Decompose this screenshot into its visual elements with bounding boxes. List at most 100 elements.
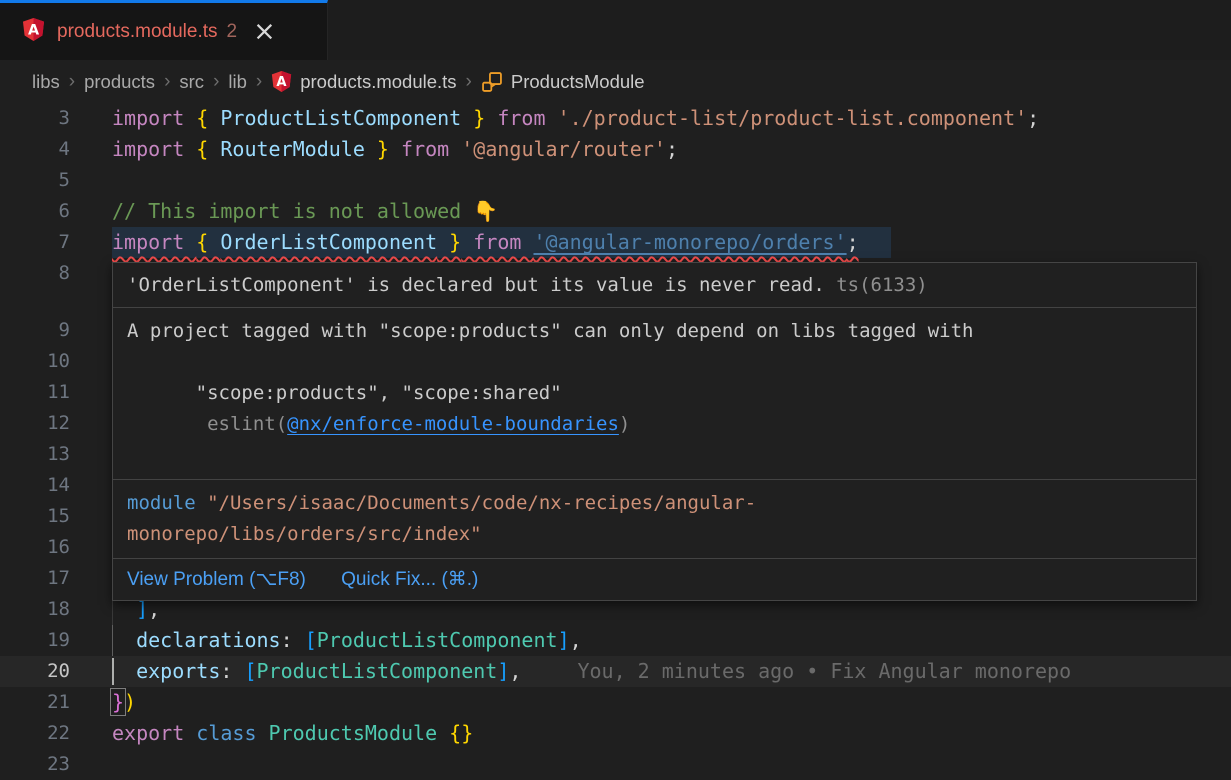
module-keyword: module <box>127 492 196 514</box>
line-number[interactable]: 6 <box>0 196 70 227</box>
line-number[interactable]: 9 <box>0 315 70 346</box>
line-number[interactable]: 8 <box>0 258 70 289</box>
code-line-23[interactable]: 23 <box>0 749 1231 780</box>
line-number[interactable]: 15 <box>0 501 70 532</box>
tab-bar: A products.module.ts 2 × <box>0 0 1231 60</box>
code-token: class <box>196 721 268 745</box>
git-blame-annotation: You, 2 minutes ago • Fix Angular monorep… <box>577 659 1071 683</box>
close-icon[interactable]: × <box>253 18 276 45</box>
eslint-source: eslint( <box>207 413 287 435</box>
hover-module-info: module "/Users/isaac/Documents/code/nx-r… <box>113 479 1196 558</box>
code-token: : <box>281 628 305 652</box>
code-token <box>112 628 136 652</box>
eslint-rule-link[interactable]: @nx/enforce-module-boundaries <box>287 413 619 435</box>
ts-error-message: 'OrderListComponent' is declared but its… <box>127 274 825 296</box>
code-token: import <box>112 137 196 161</box>
line-number[interactable]: 16 <box>0 532 70 563</box>
line-number[interactable]: 20 <box>0 656 70 687</box>
tab-title: products.module.ts <box>57 21 218 43</box>
code-token: from <box>485 106 557 130</box>
code-line-4[interactable]: 4 import { RouterModule } from '@angular/… <box>0 134 1231 165</box>
line-number[interactable]: 13 <box>0 439 70 470</box>
code-token: ; <box>666 137 678 161</box>
line-content: import { ProductListComponent } from './… <box>112 103 1231 134</box>
code-token: OrderListComponent <box>220 230 437 254</box>
line-number[interactable]: 10 <box>0 346 70 377</box>
view-problem-button[interactable]: View Problem (⌥F8) <box>127 569 306 590</box>
breadcrumb-item-file[interactable]: products.module.ts <box>300 71 456 93</box>
code-token: ProductsModule <box>269 721 450 745</box>
line-number[interactable]: 22 <box>0 718 70 749</box>
code-token: {} <box>449 721 473 745</box>
code-token: declarations <box>136 628 281 652</box>
code-token: from <box>389 137 461 161</box>
breadcrumb-item-products[interactable]: products <box>84 71 155 93</box>
angular-file-icon: A <box>271 70 292 93</box>
code-token: from <box>461 230 533 254</box>
code-token: { <box>196 230 220 254</box>
code-token: ; <box>847 230 859 254</box>
class-symbol-icon <box>481 71 503 93</box>
svg-text:A: A <box>28 22 40 38</box>
line-content: exports: [ProductListComponent],You, 2 m… <box>112 656 1231 687</box>
code-line-20[interactable]: 20 exports: [ProductListComponent],You, … <box>0 656 1231 687</box>
code-line-5[interactable]: 5 <box>0 165 1231 196</box>
breadcrumb-item-symbol[interactable]: ProductsModule <box>511 71 645 93</box>
code-token: ] <box>497 659 509 683</box>
line-number[interactable]: 21 <box>0 687 70 718</box>
code-line-6[interactable]: 6 // This import is not allowed 👇 <box>0 196 1231 227</box>
code-token: } <box>365 137 389 161</box>
breadcrumb-item-src[interactable]: src <box>179 71 204 93</box>
code-token: '@angular-monorepo/orders' <box>533 230 846 254</box>
code-token: , <box>509 659 521 683</box>
line-number[interactable]: 12 <box>0 408 70 439</box>
code-token: ProductListComponent <box>317 628 558 652</box>
hover-eslint-diagnostic: A project tagged with "scope:products" c… <box>113 307 1196 479</box>
code-line-21[interactable]: 21}) <box>0 687 1231 718</box>
line-number[interactable]: 23 <box>0 749 70 780</box>
chevron-right-icon: › <box>213 71 219 93</box>
breadcrumb: libs › products › src › lib › A products… <box>0 60 1231 103</box>
line-content: import { RouterModule } from '@angular/r… <box>112 134 1231 165</box>
code-token: ) <box>124 690 136 714</box>
breadcrumb-item-libs[interactable]: libs <box>32 71 60 93</box>
angular-file-icon: A <box>22 17 45 47</box>
code-token: } <box>461 106 485 130</box>
error-squiggle-range: import { OrderListComponent } from '@ang… <box>112 230 859 254</box>
line-number[interactable]: 5 <box>0 165 70 196</box>
code-token: export <box>112 721 196 745</box>
code-token: '@angular/router' <box>461 137 666 161</box>
line-content: // This import is not allowed 👇 <box>112 196 1231 227</box>
line-content: }) <box>112 687 1231 718</box>
code-token: [ <box>305 628 317 652</box>
code-token: './product-list/product-list.component' <box>558 106 1028 130</box>
line-number[interactable]: 17 <box>0 563 70 594</box>
code-line-7[interactable]: 7 import { OrderListComponent } from '@an… <box>0 227 1231 258</box>
svg-text:A: A <box>277 75 288 90</box>
tab-products-module[interactable]: A products.module.ts 2 × <box>0 0 328 60</box>
code-line-3[interactable]: 3 import { ProductListComponent } from '.… <box>0 103 1231 134</box>
eslint-message-line2: "scope:products", "scope:shared" <box>196 382 562 404</box>
code-line-19[interactable]: 19 declarations: [ProductListComponent], <box>0 625 1231 656</box>
diagnostics-hover-popup: 'OrderListComponent' is declared but its… <box>112 262 1197 601</box>
code-token: { <box>196 137 220 161</box>
module-path-line1: "/Users/isaac/Documents/code/nx-recipes/… <box>207 492 756 514</box>
line-number[interactable]: 11 <box>0 377 70 408</box>
code-token: ProductListComponent <box>257 659 498 683</box>
line-number[interactable]: 14 <box>0 470 70 501</box>
breadcrumb-item-lib[interactable]: lib <box>228 71 247 93</box>
line-number[interactable]: 18 <box>0 594 70 625</box>
module-path-line2: monorepo/libs/orders/src/index" <box>127 523 482 545</box>
line-number[interactable]: 19 <box>0 625 70 656</box>
chevron-right-icon: › <box>256 71 262 93</box>
code-line-22[interactable]: 22 export class ProductsModule {} <box>0 718 1231 749</box>
quick-fix-button[interactable]: Quick Fix... (⌘.) <box>341 569 478 590</box>
line-content: import { OrderListComponent } from '@ang… <box>112 227 1231 258</box>
line-number[interactable]: 3 <box>0 103 70 134</box>
line-content: declarations: [ProductListComponent], <box>112 625 1231 656</box>
code-token: } <box>112 690 124 714</box>
line-number[interactable]: 4 <box>0 134 70 165</box>
code-token <box>112 659 136 683</box>
code-token: { <box>196 106 220 130</box>
line-number[interactable]: 7 <box>0 227 70 258</box>
